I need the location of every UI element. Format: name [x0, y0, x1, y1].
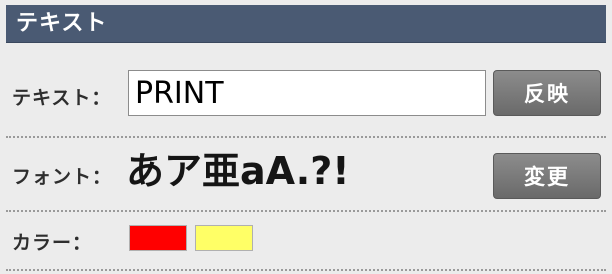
text-row: テキスト： 反映 — [6, 43, 606, 138]
section-header: テキスト — [6, 5, 606, 43]
color-swatch-yellow[interactable] — [195, 225, 253, 251]
font-label: フォント： — [12, 166, 113, 188]
font-row: フォント： あア亜aA.?! 変更 — [6, 138, 606, 212]
text-label: テキスト： — [12, 87, 112, 109]
change-font-button[interactable]: 変更 — [493, 153, 601, 199]
section-title: テキスト — [16, 11, 108, 36]
font-preview: あア亜aA.?! — [126, 149, 350, 193]
divider — [6, 269, 606, 271]
color-swatch-red[interactable] — [129, 225, 187, 251]
text-input[interactable] — [128, 70, 486, 116]
text-settings-panel: テキスト テキスト： 反映 フォント： あア亜aA.?! 変更 カラー： — [0, 0, 612, 274]
color-row: カラー： — [6, 212, 606, 272]
color-label: カラー： — [12, 232, 93, 254]
apply-button[interactable]: 反映 — [493, 70, 601, 116]
